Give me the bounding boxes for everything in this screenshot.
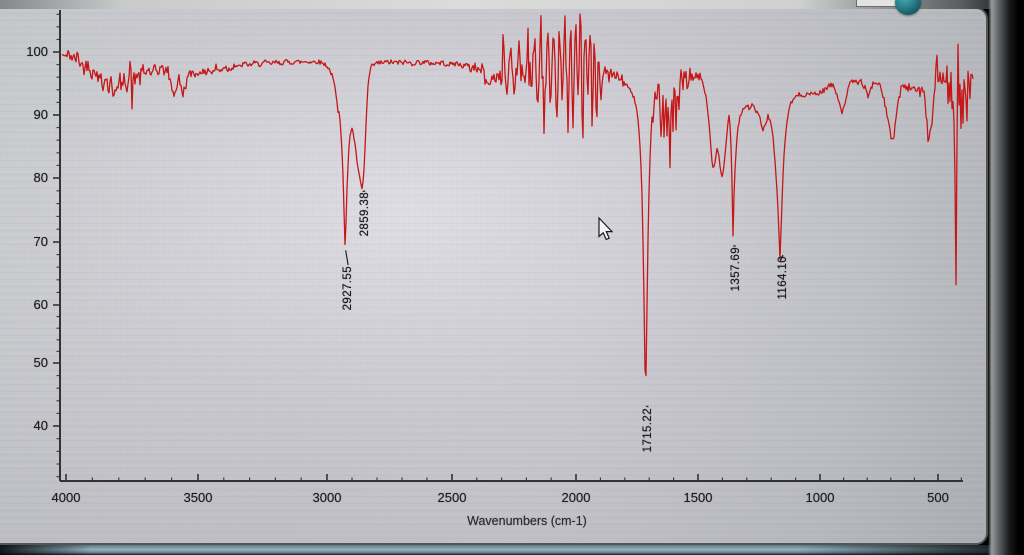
x-tick-label: 4000	[51, 490, 81, 505]
peak-label: 1715.22	[642, 408, 655, 453]
y-tick-label: 90	[33, 107, 48, 122]
x-tick-label: 1500	[683, 490, 713, 505]
peak-label: 2927.55	[342, 266, 355, 311]
peak-label: 1164.10	[776, 256, 789, 300]
y-tick-label: 40	[33, 418, 48, 433]
window-fragment	[856, 0, 898, 7]
x-tick-label: 2000	[561, 490, 591, 505]
x-tick-label: 3500	[183, 490, 213, 505]
screen-photo: 100 90 80 70 60 50 40 4000 3500 3000 2500 2000 1500 1…	[0, 0, 1024, 555]
x-tick-label: 3000	[312, 490, 342, 505]
y-tick-label: 70	[33, 234, 48, 249]
peak-label: 2859.38	[359, 192, 372, 237]
x-axis-title: Wavenumbers (cm-1)	[467, 514, 587, 528]
x-tick-label: 500	[927, 490, 949, 505]
bottom-strip	[0, 545, 1024, 555]
y-tick-label: 50	[33, 355, 48, 370]
y-tick-label: 60	[33, 297, 48, 312]
y-tick-label: 100	[26, 44, 48, 59]
spectrum-panel	[0, 7, 988, 545]
x-tick-label: 1000	[805, 490, 835, 505]
peak-label: 1357.69	[729, 247, 742, 292]
y-tick-label: 80	[33, 170, 48, 185]
monitor-bezel-right	[988, 0, 1024, 555]
x-tick-label: 2500	[437, 490, 467, 505]
